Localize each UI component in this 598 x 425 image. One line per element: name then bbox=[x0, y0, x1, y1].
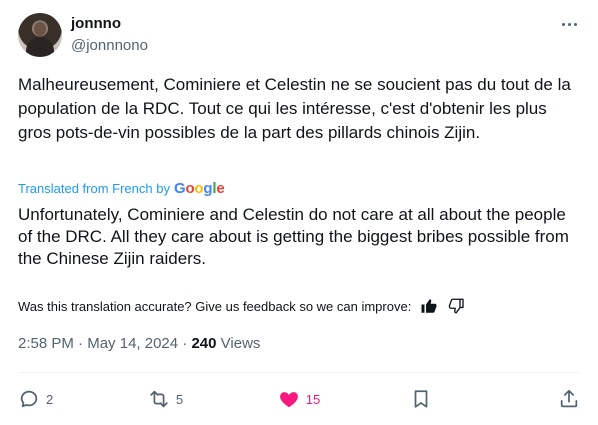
avatar-body bbox=[26, 37, 54, 57]
share-button[interactable] bbox=[540, 388, 580, 410]
original-text: Malheureusement, Cominiere et Celestin n… bbox=[18, 75, 571, 142]
tweet-original-text: Malheureusement, Cominiere et Celestin n… bbox=[18, 73, 583, 145]
repost-icon bbox=[150, 390, 168, 408]
thumbs-up-button[interactable] bbox=[419, 296, 439, 316]
author-handle[interactable]: @jonnnono bbox=[71, 36, 148, 56]
translation-attribution: Translated from French by Google bbox=[18, 180, 225, 197]
tweet-meta: 2:58 PM · May 14, 2024 · 240 Views bbox=[18, 334, 260, 354]
more-horizontal-icon bbox=[561, 22, 565, 26]
reply-button[interactable]: 2 bbox=[18, 388, 58, 410]
thumbs-down-button[interactable] bbox=[447, 296, 467, 316]
heart-icon bbox=[279, 392, 298, 408]
tweet-date[interactable]: May 14, 2024 bbox=[87, 335, 178, 352]
reply-icon bbox=[20, 390, 38, 408]
divider bbox=[18, 372, 580, 373]
avatar-head bbox=[34, 22, 46, 36]
thumbs-down-icon bbox=[449, 298, 465, 314]
repost-count: 5 bbox=[175, 391, 184, 407]
tweet-translated-text: Unfortunately, Cominiere and Celestin do… bbox=[18, 205, 569, 268]
bookmark-icon bbox=[414, 390, 428, 408]
meta-separator: · bbox=[78, 335, 84, 352]
share-icon bbox=[560, 389, 578, 408]
author-name[interactable]: jonnno bbox=[71, 14, 121, 34]
meta-separator-2: · bbox=[182, 335, 188, 352]
translated-from-link[interactable]: Translated from French by bbox=[18, 181, 170, 196]
feedback-prompt: Was this translation accurate? Give us f… bbox=[18, 298, 412, 314]
repost-button[interactable]: 5 bbox=[148, 388, 188, 410]
like-button[interactable]: 15 bbox=[278, 388, 320, 410]
views-label: Views bbox=[220, 335, 261, 352]
translation-feedback: Was this translation accurate? Give us f… bbox=[18, 296, 467, 316]
google-logo: Google bbox=[173, 180, 225, 197]
bookmark-button[interactable] bbox=[410, 388, 450, 410]
tweet-actions: 2 5 15 bbox=[18, 385, 580, 413]
avatar[interactable] bbox=[18, 13, 62, 57]
reply-count: 2 bbox=[46, 391, 54, 407]
more-options-button[interactable] bbox=[558, 14, 580, 34]
views-count: 240 bbox=[191, 335, 217, 352]
thumbs-up-icon bbox=[421, 299, 437, 313]
tweet-time[interactable]: 2:58 PM bbox=[18, 335, 74, 352]
like-count: 15 bbox=[305, 391, 321, 407]
